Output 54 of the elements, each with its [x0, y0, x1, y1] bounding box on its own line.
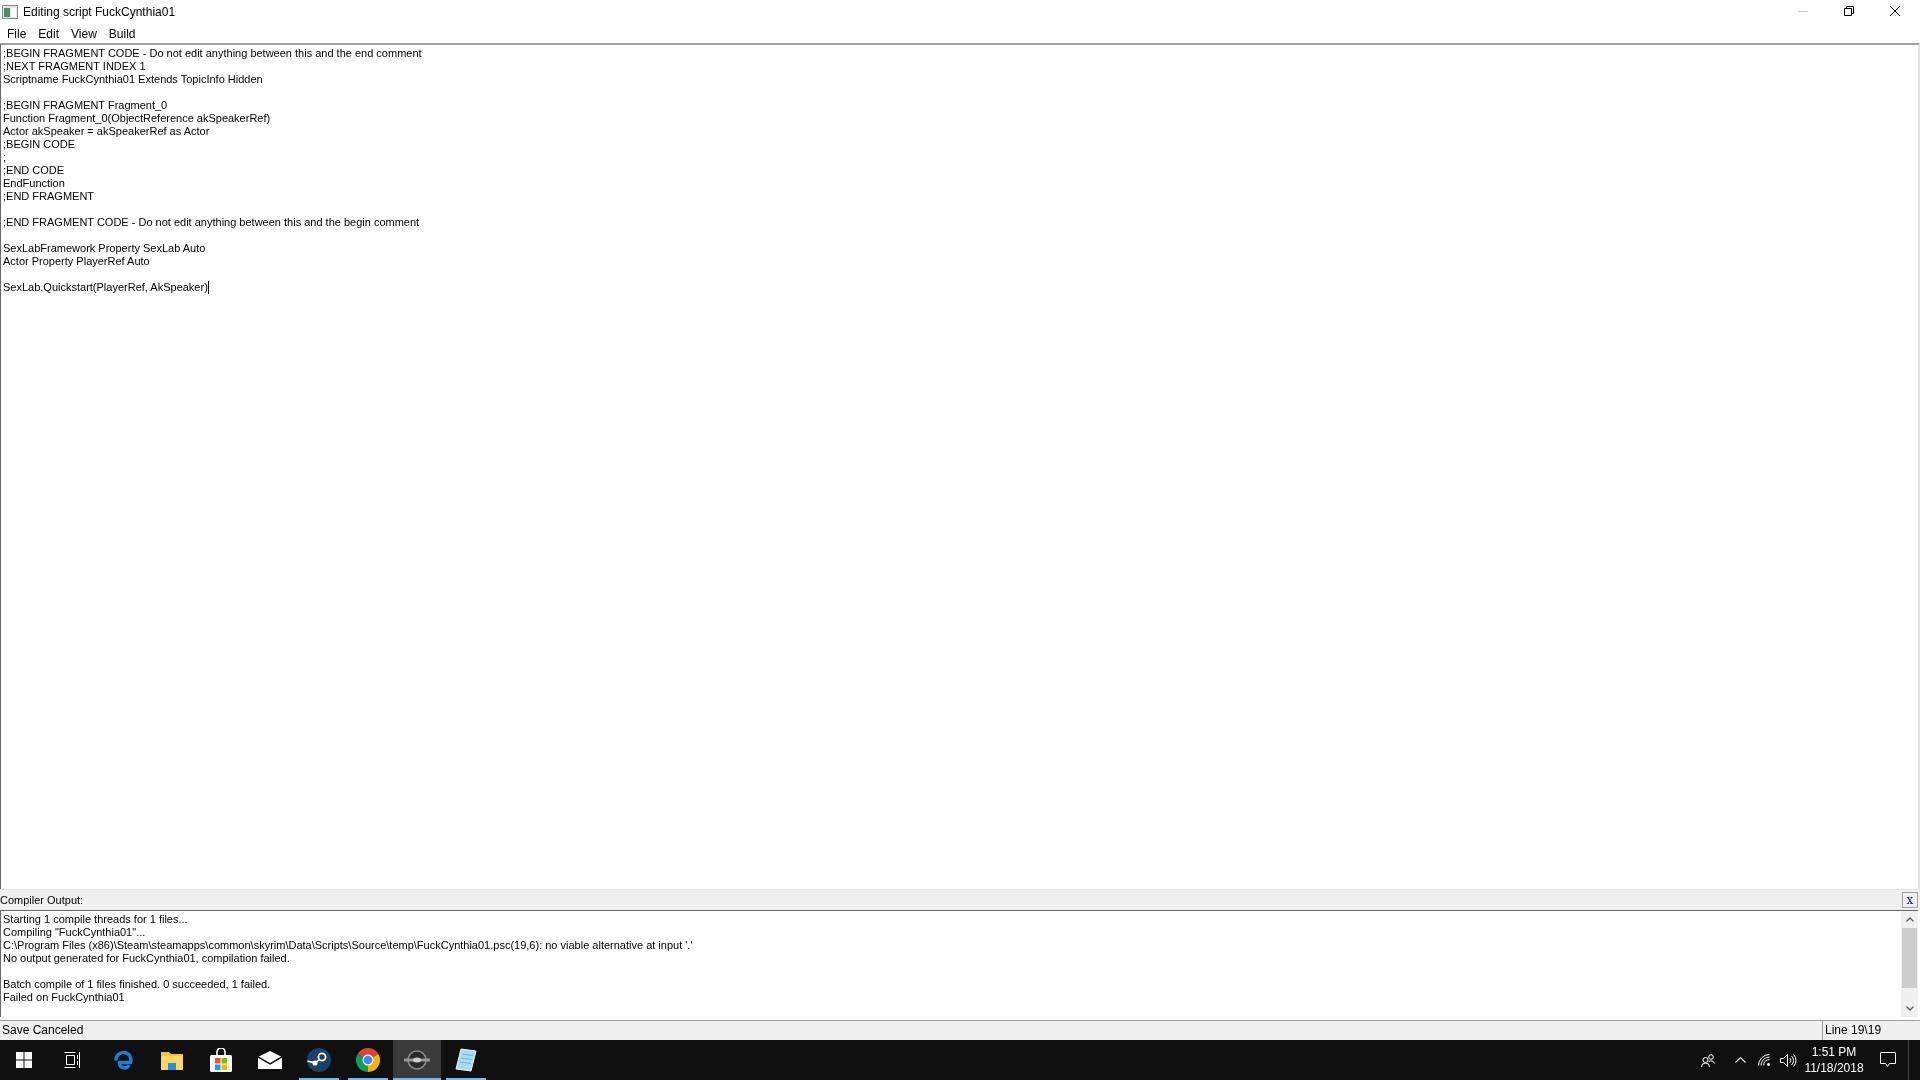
e-logo-icon [111, 1048, 135, 1072]
scrollbar-track[interactable] [1901, 911, 1918, 1017]
menu-item[interactable]: File [1, 25, 33, 42]
taskbar-app-button[interactable] [393, 1040, 441, 1080]
clock-button[interactable]: 1:51 PM 11/18/2018 [1800, 1040, 1868, 1080]
code-line: ;BEGIN FRAGMENT CODE - Do not edit anything between this and the end comment [3, 47, 422, 60]
task-view-icon [64, 1052, 80, 1068]
code-line: EndFunction [3, 177, 65, 190]
code-line: ;END CODE [3, 164, 65, 177]
close-icon [1890, 6, 1900, 16]
code-line: Function Fragment_0(ObjectReference akSpeakerRef) [3, 112, 271, 125]
envelope-icon [258, 1051, 282, 1069]
code-line: ; [3, 151, 7, 164]
speech-bubble-icon [1880, 1052, 1896, 1068]
code-line: SexLabFramework Property SexLab Auto [3, 242, 206, 255]
chevron-up-icon [1734, 1057, 1746, 1063]
wifi-icon [1758, 1054, 1770, 1066]
output-line: Batch compile of 1 files finished. 0 succeeded, 1 failed. [3, 978, 271, 991]
folder-icon [161, 1050, 183, 1070]
output-line: C:\Program Files (x86)\Steam\steamapps\common\skyrim\Data\Scripts\Source\temp\FuckCynthia01.psc(19,6): no viable alternative at input '.' [3, 939, 693, 952]
code-line: ;BEGIN FRAGMENT Fragment_0 [3, 99, 168, 112]
output-line: Starting 1 compile threads for 1 files... [3, 913, 188, 926]
text-cursor-icon [207, 281, 209, 294]
status-message: Save Canceled [1, 1022, 84, 1039]
menu-item[interactable]: View [65, 25, 103, 42]
piston-logo-icon [307, 1048, 331, 1072]
clock-time: 1:51 PM [1811, 1044, 1857, 1060]
code-line: Actor akSpeaker = akSpeakerRef as Actor [3, 125, 210, 138]
code-line: ;END FRAGMENT [3, 190, 95, 203]
people-icon [1701, 1053, 1715, 1067]
output-line: Compiling "FuckCynthia01"... [3, 926, 146, 939]
speaker-icon [1779, 1053, 1797, 1067]
code-line: SexLab.Quickstart(PlayerRef, AkSpeaker) [3, 281, 208, 294]
code-line: ;END FRAGMENT CODE - Do not edit anything between this and the begin comment [3, 216, 420, 229]
menu-item[interactable]: Build [102, 25, 142, 42]
code-line: Actor Property PlayerRef Auto [3, 255, 150, 268]
output-line: No output generated for FuckCynthia01, compilation failed. [3, 952, 290, 965]
output-title: Compiler Output: [0, 893, 84, 907]
restore-icon [1844, 6, 1854, 16]
close-output-button[interactable]: x [1902, 892, 1918, 908]
scrollbar-thumb[interactable] [1902, 928, 1917, 988]
code-line: ;BEGIN CODE [3, 138, 76, 151]
minimize-icon [1798, 10, 1808, 12]
code-line: ;NEXT FRAGMENT INDEX 1 [3, 60, 146, 73]
notepad-icon [455, 1048, 477, 1072]
ring-logo-icon [356, 1048, 380, 1072]
menu-item[interactable]: Edit [32, 25, 66, 42]
code-line: Scriptname FuckCynthia01 Extends TopicInfo Hidden [3, 73, 263, 86]
windows-logo-icon [16, 1052, 32, 1068]
shopping-bag-icon [210, 1048, 232, 1072]
output-line: Failed on FuckCynthia01 [3, 991, 125, 1004]
clock-date: 11/18/2018 [1804, 1060, 1864, 1076]
emblem-icon [404, 1050, 430, 1070]
window-title: Editing script FuckCynthia01 [23, 4, 176, 20]
